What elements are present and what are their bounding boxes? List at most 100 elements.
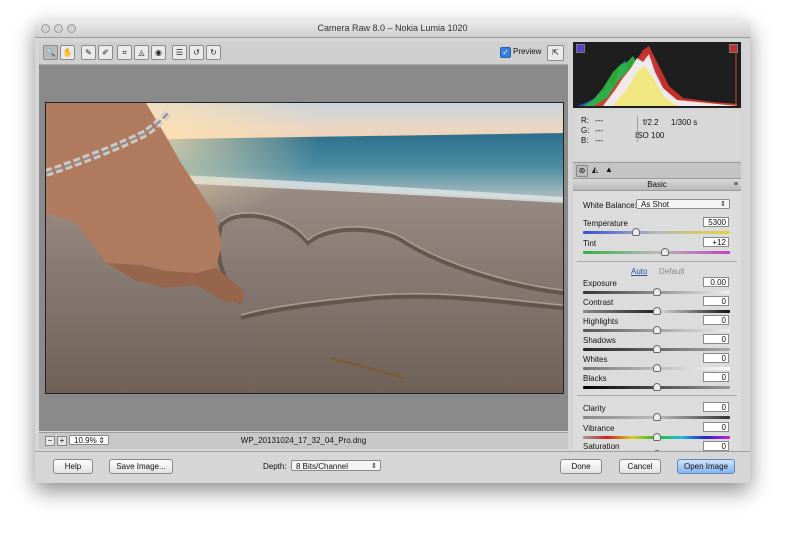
depth-select[interactable]: 8 Bits/Channel ⇕: [291, 460, 381, 471]
straighten-tool-button[interactable]: ◬: [134, 45, 149, 60]
straighten-icon: ◬: [138, 48, 145, 57]
slider-label: Temperature: [583, 219, 628, 228]
divider: [577, 395, 737, 396]
slider-label: Exposure: [583, 279, 617, 288]
slider-label: Whites: [583, 355, 608, 364]
title-bar: Camera Raw 8.0 – Nokia Lumia 1020: [35, 20, 750, 38]
tab-detail[interactable]: ▲: [604, 165, 614, 175]
rotate-left-button[interactable]: ↺: [189, 45, 204, 60]
slider-label: Tint: [583, 239, 597, 248]
slider-thumb[interactable]: [631, 228, 640, 236]
iso-value: ISO 100: [635, 131, 665, 140]
slider-thumb[interactable]: [652, 413, 661, 421]
histogram-graph: [577, 44, 737, 106]
basic-panel: White Balance: As Shot ⇕ Temperature 530…: [573, 191, 741, 458]
slider-track[interactable]: [583, 231, 730, 234]
slider-label: Blacks: [583, 374, 607, 383]
white-balance-label: White Balance:: [583, 201, 637, 210]
slider-label: Shadows: [583, 336, 616, 345]
window-title: Camera Raw 8.0 – Nokia Lumia 1020: [317, 23, 468, 33]
b-label: B:: [581, 136, 589, 145]
slider-value[interactable]: 0: [703, 441, 729, 451]
hand-tool-button[interactable]: ✋: [60, 45, 75, 60]
done-button[interactable]: Done: [560, 459, 602, 474]
bottom-bar: Help Save Image... Depth: 8 Bits/Channel…: [35, 451, 750, 483]
save-image-button[interactable]: Save Image...: [109, 459, 173, 474]
color-sampler-icon: ✐: [102, 48, 109, 57]
crop-tool-button[interactable]: ⌗: [117, 45, 132, 60]
slider-thumb[interactable]: [652, 433, 661, 441]
rgb-readout: R: --- G: --- B: --- f/2.2 1/300 s ISO 1…: [573, 110, 741, 160]
beach-photo-image: [46, 103, 563, 393]
section-menu-icon[interactable]: ≡: [734, 179, 738, 190]
default-link[interactable]: Default: [659, 267, 684, 276]
aperture-icon: ⊛: [578, 166, 586, 175]
r-value: ---: [595, 116, 603, 125]
slider-value[interactable]: 0: [703, 353, 729, 363]
panel-tabs: ⊛ ◭ ▲: [573, 162, 741, 179]
rotate-right-icon: ↻: [210, 48, 217, 57]
slider-thumb[interactable]: [652, 364, 661, 372]
shadow-clipping-toggle[interactable]: [576, 44, 585, 53]
slider-label: Contrast: [583, 298, 614, 307]
slider-thumb[interactable]: [652, 383, 661, 391]
divider: [577, 261, 737, 262]
preferences-button[interactable]: ☰: [172, 45, 187, 60]
select-arrows-icon: ⇕: [720, 201, 726, 208]
fullscreen-icon: ⇱: [552, 48, 559, 57]
slider-value[interactable]: 0: [703, 422, 729, 432]
white-balance-select[interactable]: As Shot ⇕: [636, 199, 730, 209]
slider-value[interactable]: 0: [703, 315, 729, 325]
shutter-value: 1/300 s: [671, 118, 698, 127]
photo-preview[interactable]: [45, 102, 564, 394]
white-balance-value: As Shot: [641, 200, 670, 209]
slider-value[interactable]: +12: [703, 237, 729, 247]
section-header: Basic ≡: [573, 179, 741, 191]
slider-thumb[interactable]: [652, 326, 661, 334]
status-bar: − + 10.9% ⇕ WP_20131024_17_32_04_Pro.dng: [39, 432, 568, 449]
preview-area: [39, 65, 568, 431]
slider-thumb[interactable]: [652, 288, 661, 296]
file-name: WP_20131024_17_32_04_Pro.dng: [240, 436, 367, 445]
crop-icon: ⌗: [122, 48, 127, 57]
tone-curve-icon: ◭: [591, 165, 599, 174]
red-eye-tool-button[interactable]: ◉: [151, 45, 166, 60]
slider-thumb[interactable]: [652, 307, 661, 315]
zoom-icon: 🔍: [45, 48, 56, 57]
slider-value[interactable]: 0: [703, 402, 729, 412]
slider-label: Highlights: [583, 317, 619, 326]
tab-tone-curve[interactable]: ◭: [590, 165, 600, 175]
r-label: R:: [581, 116, 589, 125]
hand-icon: ✋: [62, 48, 73, 57]
preview-label: Preview: [513, 47, 542, 56]
slider-value[interactable]: 0.00: [703, 277, 729, 287]
help-button[interactable]: Help: [53, 459, 93, 474]
slider-value[interactable]: 5300: [703, 217, 729, 227]
highlight-clipping-toggle[interactable]: [729, 44, 738, 53]
white-balance-tool-button[interactable]: ✎: [81, 45, 96, 60]
zoom-tool-button[interactable]: 🔍: [43, 45, 58, 60]
color-sampler-tool-button[interactable]: ✐: [98, 45, 113, 60]
slider-label: Vibrance: [583, 424, 615, 433]
slider-track[interactable]: [583, 251, 730, 254]
slider-value[interactable]: 0: [703, 334, 729, 344]
histogram: [573, 42, 741, 108]
rotate-right-button[interactable]: ↻: [206, 45, 221, 60]
preferences-icon: ☰: [175, 48, 184, 57]
white-balance-icon: ✎: [85, 48, 92, 57]
fullscreen-button[interactable]: ⇱: [547, 45, 564, 61]
open-image-button[interactable]: Open Image: [677, 459, 735, 474]
slider-label: Clarity: [583, 404, 606, 413]
slider-thumb[interactable]: [661, 248, 670, 256]
slider-thumb[interactable]: [652, 345, 661, 353]
auto-link[interactable]: Auto: [631, 267, 647, 276]
slider-value[interactable]: 0: [703, 372, 729, 382]
cancel-button[interactable]: Cancel: [619, 459, 661, 474]
slider-value[interactable]: 0: [703, 296, 729, 306]
preview-checkbox[interactable]: ✓: [500, 47, 511, 58]
tool-bar: 🔍 ✋ ✎ ✐ ⌗ ◬ ◉ ☰ ↺ ↻ ✓ Preview ⇱: [39, 42, 568, 65]
depth-value: 8 Bits/Channel: [296, 462, 349, 471]
depth-label: Depth:: [263, 462, 287, 471]
tab-basic[interactable]: ⊛: [576, 165, 588, 177]
select-arrows-icon: ⇕: [371, 463, 377, 470]
